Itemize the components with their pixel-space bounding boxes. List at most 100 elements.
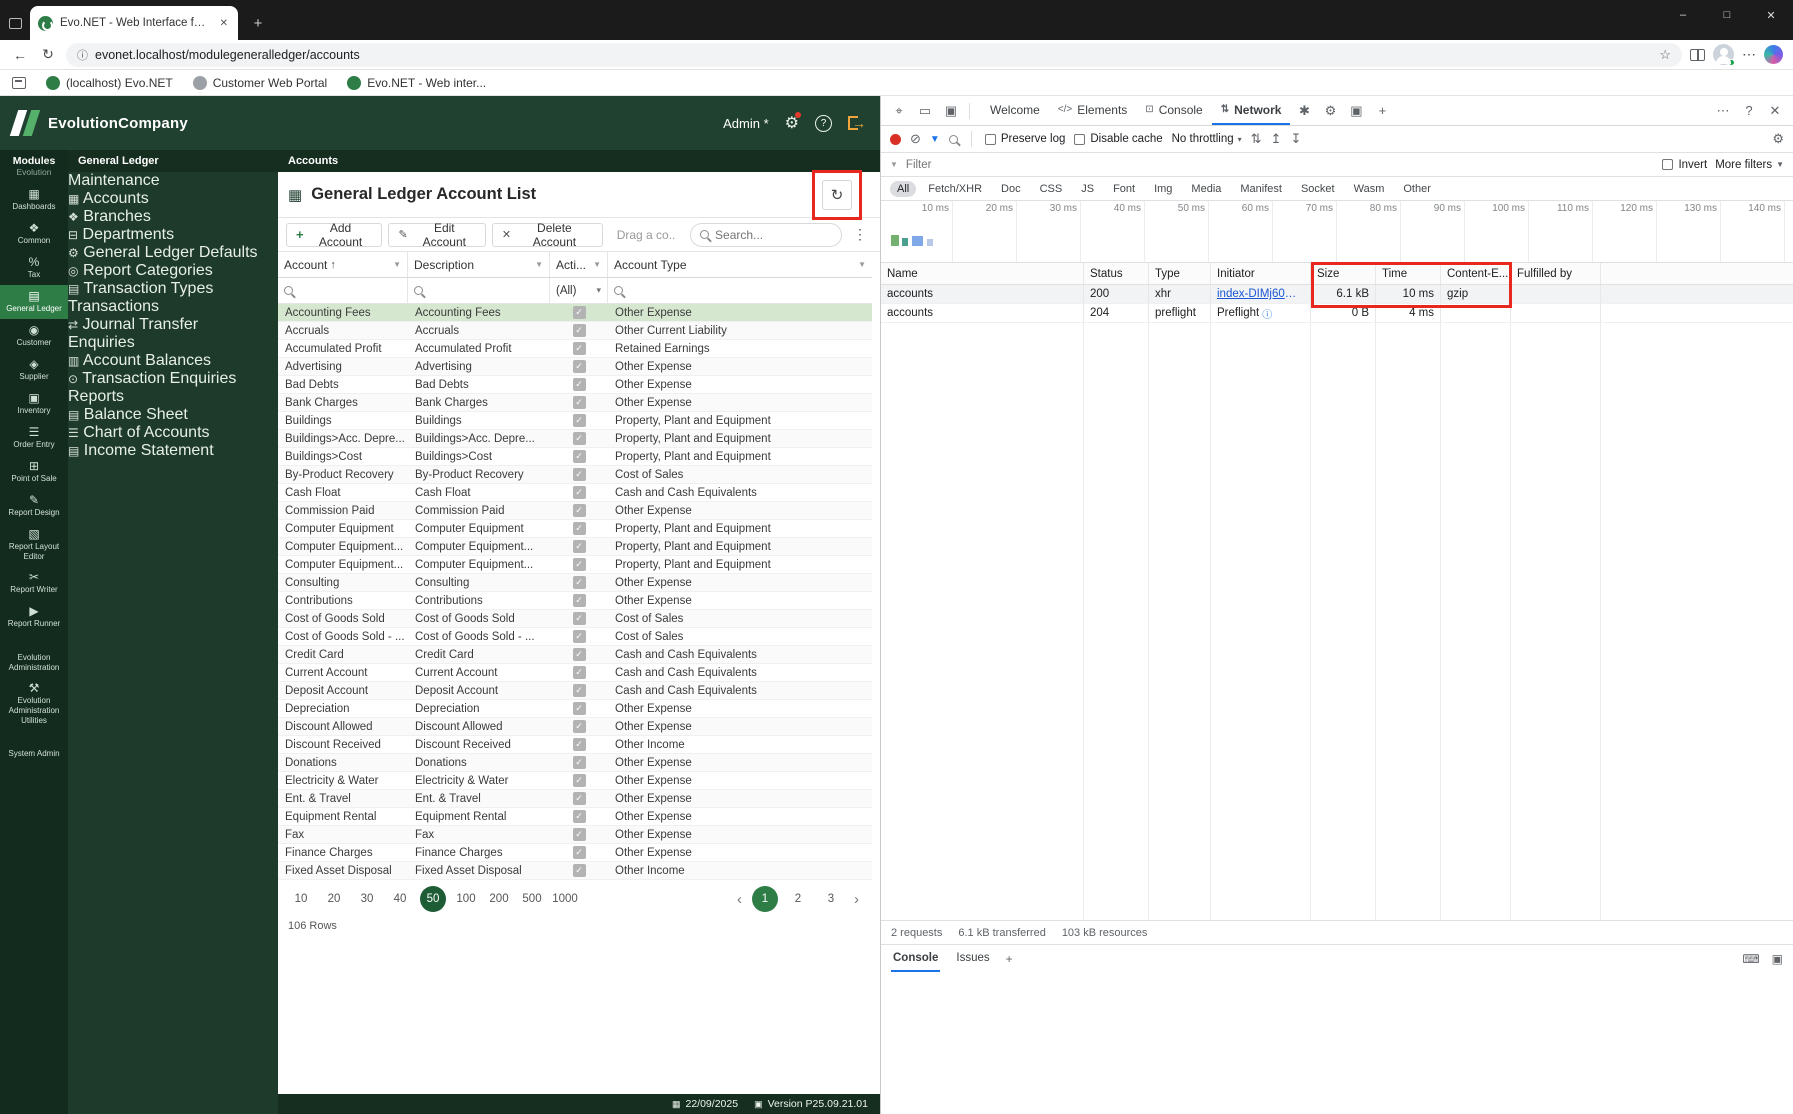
account-row[interactable]: Discount Allowed Discount Allowed ✓ Othe…	[278, 718, 872, 736]
account-row[interactable]: By-Product Recovery By-Product Recovery …	[278, 466, 872, 484]
devtools-tab[interactable]: ⇅ Network	[1211, 96, 1291, 125]
network-settings-icon[interactable]: ⚙	[1772, 131, 1784, 147]
sidebar-entry[interactable]: Maintenance	[68, 172, 278, 190]
invert-filter-toggle[interactable]: Invert	[1662, 159, 1707, 171]
export-har-icon[interactable]: ↧	[1290, 131, 1301, 147]
sidebar-entry[interactable]: Enquiries	[68, 334, 278, 352]
account-filter-cell[interactable]	[278, 278, 408, 303]
sidebar-entry[interactable]: ▤ Balance Sheet	[68, 406, 278, 424]
network-conditions-icon[interactable]: ⇅	[1251, 131, 1262, 147]
active-checkbox[interactable]: ✓	[572, 540, 586, 553]
request-type-pill[interactable]: Other	[1396, 181, 1438, 197]
active-checkbox[interactable]: ✓	[572, 468, 586, 481]
account-row[interactable]: Equipment Rental Equipment Rental ✓ Othe…	[278, 808, 872, 826]
module-rail-item[interactable]: % Tax	[0, 251, 68, 285]
module-rail-item[interactable]: ▦ Dashboards	[0, 183, 68, 217]
account-row[interactable]: Computer Equipment... Computer Equipment…	[278, 538, 872, 556]
invert-checkbox[interactable]	[1662, 159, 1674, 170]
window-close-button[interactable]: ✕	[1749, 0, 1793, 30]
sidebar-entry[interactable]: Transactions	[68, 298, 278, 316]
column-header-type[interactable]: Type	[1149, 263, 1211, 284]
account-row[interactable]: Credit Card Credit Card ✓ Cash and Cash …	[278, 646, 872, 664]
page-number-button[interactable]: 2	[785, 886, 811, 912]
copilot-icon[interactable]	[1764, 45, 1783, 64]
sidebar-entry[interactable]: ☰ Chart of Accounts	[68, 424, 278, 442]
account-row[interactable]: Bank Charges Bank Charges ✓ Other Expens…	[278, 394, 872, 412]
refresh-button[interactable]: ↻	[822, 179, 852, 210]
favorite-star-icon[interactable]: ☆	[1659, 47, 1671, 63]
add-account-button[interactable]: + Add Account	[286, 221, 383, 249]
request-type-pill[interactable]: Manifest	[1233, 181, 1289, 197]
active-checkbox[interactable]: ✓	[572, 702, 586, 715]
delete-account-button[interactable]: ✕ Delete Account	[491, 221, 603, 249]
active-checkbox[interactable]: ✓	[572, 684, 586, 697]
module-rail-item[interactable]: ✎ Report Design	[0, 489, 68, 523]
performance-icon[interactable]: ✱	[1292, 99, 1316, 123]
sidebar-entry[interactable]: ⚙ General Ledger Defaults	[68, 244, 278, 262]
devtools-close-icon[interactable]: ✕	[1763, 99, 1787, 123]
account-row[interactable]: Current Account Current Account ✓ Cash a…	[278, 664, 872, 682]
account-row[interactable]: Cost of Goods Sold - ... Cost of Goods S…	[278, 628, 872, 646]
account-row[interactable]: Accumulated Profit Accumulated Profit ✓ …	[278, 340, 872, 358]
account-row[interactable]: Computer Equipment Computer Equipment ✓ …	[278, 520, 872, 538]
module-rail-item[interactable]: ⚒ Evolution Administration Utilities	[0, 677, 68, 730]
active-checkbox[interactable]: ✓	[572, 576, 586, 589]
page-size-button[interactable]: 200	[486, 886, 512, 912]
module-rail-item[interactable]: ▣ Inventory	[0, 387, 68, 421]
account-row[interactable]: Electricity & Water Electricity & Water …	[278, 772, 872, 790]
active-checkbox[interactable]: ✓	[572, 342, 586, 355]
more-filters-button[interactable]: More filters ▼	[1715, 159, 1784, 171]
module-rail-item[interactable]: ▶ Report Runner	[0, 600, 68, 634]
column-header-account-type[interactable]: Account Type ▼	[608, 252, 872, 277]
column-header-account[interactable]: Account ↑ ▼	[278, 252, 408, 277]
active-checkbox[interactable]: ✓	[572, 846, 586, 859]
sidebar-entry[interactable]: ▦ Accounts	[68, 190, 278, 208]
split-screen-icon[interactable]	[1690, 48, 1705, 61]
bookmark-item[interactable]: Customer Web Portal	[192, 75, 327, 90]
module-rail-item[interactable]: ❖ Common	[0, 217, 68, 251]
account-row[interactable]: Commission Paid Commission Paid ✓ Other …	[278, 502, 872, 520]
drawer-tab[interactable]: Console	[891, 945, 941, 972]
devtools-help-icon[interactable]: ?	[1737, 99, 1761, 123]
logout-icon[interactable]: →	[848, 115, 866, 131]
request-type-pill[interactable]: Wasm	[1347, 181, 1392, 197]
help-icon[interactable]: ?	[815, 114, 832, 132]
module-rail-item[interactable]: ▤ General Ledger	[0, 285, 68, 319]
page-size-button[interactable]: 1000	[552, 886, 578, 912]
account-row[interactable]: Donations Donations ✓ Other Expense	[278, 754, 872, 772]
account-row[interactable]: Fax Fax ✓ Other Expense	[278, 826, 872, 844]
request-type-pill[interactable]: Img	[1147, 181, 1179, 197]
disable-cache-toggle[interactable]: Disable cache	[1074, 133, 1163, 145]
account-row[interactable]: Finance Charges Finance Charges ✓ Other …	[278, 844, 872, 862]
module-rail-item[interactable]: ☰ Order Entry	[0, 421, 68, 455]
column-header-status[interactable]: Status	[1084, 263, 1149, 284]
column-header-description[interactable]: Description ▼	[408, 252, 550, 277]
grid-search-box[interactable]	[690, 222, 843, 247]
network-filter-input[interactable]	[905, 158, 1655, 171]
active-checkbox[interactable]: ✓	[572, 738, 586, 751]
sidebar-entry[interactable]: ❖ Branches	[68, 208, 278, 226]
devtools-settings-icon[interactable]: ⚙	[1318, 99, 1342, 123]
active-checkbox[interactable]: ✓	[572, 504, 586, 517]
sidebar-entry[interactable]: ⊟ Departments	[68, 226, 278, 244]
settings-gear-icon[interactable]: ⚙	[785, 112, 802, 133]
focus-panel-icon[interactable]: ▣	[939, 99, 963, 123]
preserve-log-checkbox[interactable]	[984, 133, 996, 145]
active-checkbox[interactable]: ✓	[572, 810, 586, 823]
sidebar-entry[interactable]: ▥ Account Balances	[68, 352, 278, 370]
active-checkbox[interactable]: ✓	[572, 612, 586, 625]
module-rail-item[interactable]: ✂ Report Writer	[0, 566, 68, 600]
active-checkbox[interactable]: ✓	[572, 774, 586, 787]
account-row[interactable]: Fixed Asset Disposal Fixed Asset Disposa…	[278, 862, 872, 880]
bookmark-item[interactable]: Evo.NET - Web inter...	[347, 75, 486, 90]
site-info-icon[interactable]: ⓘ	[77, 47, 88, 63]
back-icon[interactable]: ←	[10, 47, 30, 63]
active-checkbox[interactable]: ✓	[572, 594, 586, 607]
disable-cache-checkbox[interactable]	[1074, 133, 1086, 145]
search-input[interactable]	[715, 227, 833, 242]
profile-avatar[interactable]	[1713, 44, 1735, 66]
module-rail-item[interactable]: ◉ Customer	[0, 319, 68, 353]
active-checkbox[interactable]: ✓	[572, 486, 586, 499]
column-header-fulfilled-by[interactable]: Fulfilled by	[1511, 263, 1601, 284]
request-type-pill[interactable]: Doc	[994, 181, 1028, 197]
